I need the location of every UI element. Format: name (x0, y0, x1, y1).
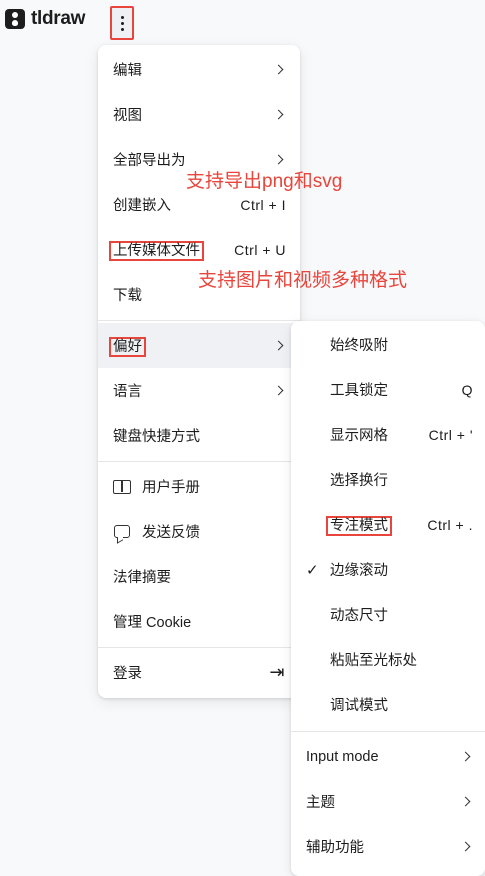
chevron-right-icon (273, 154, 284, 165)
pref-dynamic-size[interactable]: 动态尺寸 (291, 592, 485, 637)
chevron-right-icon (273, 385, 284, 396)
shortcut: Ctrl + I (240, 196, 286, 213)
divider (98, 647, 300, 648)
more-vertical-icon (120, 15, 124, 31)
login-icon: ⇥ (269, 662, 285, 682)
menu-item-sign-in[interactable]: 登录 ⇥ (98, 650, 300, 695)
preferences-submenu: 始终吸附 工具锁定 Q 显示网格 Ctrl + ' 选择换行 专注模式 Ctrl… (291, 321, 485, 876)
pref-theme[interactable]: 主题 (291, 779, 485, 824)
pref-paste-at-cursor[interactable]: 粘贴至光标处 (291, 637, 485, 682)
chevron-right-icon (273, 109, 284, 120)
divider (98, 320, 300, 321)
pref-show-grid[interactable]: 显示网格 Ctrl + ' (291, 412, 485, 457)
annotation-upload: 支持图片和视频多种格式 (198, 270, 408, 291)
app-name: tldraw (31, 8, 86, 29)
pref-input-mode[interactable]: Input mode (291, 734, 485, 779)
main-menu-button[interactable] (110, 6, 134, 40)
shortcut: Ctrl + U (234, 241, 286, 258)
menu-item-manage-cookies[interactable]: 管理 Cookie (98, 599, 300, 644)
pref-edge-scroll[interactable]: ✓ 边缘滚动 (291, 547, 485, 592)
pref-wrap-selection[interactable]: 选择换行 (291, 457, 485, 502)
focus-mode-label: 专注模式 (326, 516, 392, 536)
pref-focus-mode[interactable]: 专注模式 Ctrl + . (291, 502, 485, 547)
pref-accessibility[interactable]: 辅助功能 (291, 824, 485, 869)
chevron-right-icon (273, 340, 284, 351)
check-icon: ✓ (306, 561, 319, 579)
shortcut: Ctrl + ' (428, 426, 473, 443)
menu-item-edit[interactable]: 编辑 (98, 47, 300, 92)
chevron-right-icon (273, 64, 284, 75)
main-menu: 编辑 视图 全部导出为 创建嵌入 Ctrl + I 上传媒体文件 Ctrl + … (98, 45, 300, 698)
menu-item-preferences[interactable]: 偏好 (98, 323, 300, 368)
preferences-label: 偏好 (109, 337, 146, 357)
pref-tool-lock[interactable]: 工具锁定 Q (291, 367, 485, 412)
menu-item-view[interactable]: 视图 (98, 92, 300, 137)
shortcut: Q (461, 381, 473, 398)
chevron-right-icon (460, 841, 471, 852)
chevron-right-icon (460, 796, 471, 807)
shortcut: Ctrl + . (427, 516, 473, 533)
tldraw-logo-icon (5, 9, 25, 29)
chevron-right-icon (460, 751, 471, 762)
chat-icon (114, 525, 130, 538)
divider (98, 461, 300, 462)
menu-item-send-feedback[interactable]: 发送反馈 (98, 509, 300, 554)
pref-always-snap[interactable]: 始终吸附 (291, 322, 485, 367)
annotation-export: 支持导出png和svg (186, 171, 343, 192)
menu-item-language[interactable]: 语言 (98, 368, 300, 413)
menu-item-legal-summary[interactable]: 法律摘要 (98, 554, 300, 599)
upload-media-label: 上传媒体文件 (109, 241, 204, 261)
tldraw-logo[interactable]: tldraw (5, 8, 85, 30)
pref-debug-mode[interactable]: 调试模式 (291, 682, 485, 727)
divider (291, 731, 485, 732)
menu-item-keyboard-shortcuts[interactable]: 键盘快捷方式 (98, 413, 300, 458)
book-icon (113, 479, 131, 494)
menu-item-user-manual[interactable]: 用户手册 (98, 464, 300, 509)
